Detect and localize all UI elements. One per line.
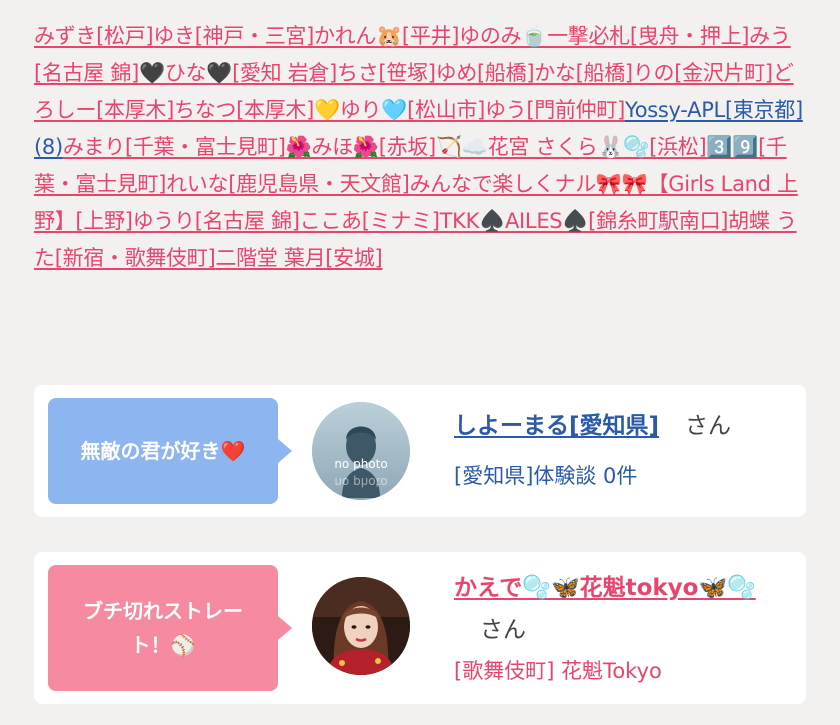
- reviewer-tag-link[interactable]: 🌺みほ🌺[赤坂]: [286, 135, 437, 159]
- reviewer-tag-link[interactable]: ゆめ[船橋]: [436, 61, 535, 85]
- review-card: 無敵の君が好き❤️ no photo no photo しよーまる[愛知県] さん…: [34, 385, 806, 517]
- reviewer-tag-links: みずき[松戸]ゆき[神戸・三宮]かれん🐹[平井]ゆのみ🍵一撃必札[曳舟・押上] み…: [34, 18, 806, 277]
- reviewer-name-line: しよーまる[愛知県] さん: [454, 411, 731, 441]
- reviewer-tag-link[interactable]: ここあ[ミナミ]: [300, 209, 440, 233]
- svg-text:no photo: no photo: [334, 475, 387, 489]
- reviewer-tag-link[interactable]: かな[船橋]: [534, 61, 633, 85]
- reviewer-tag-link[interactable]: りの[金沢片町]: [633, 61, 773, 85]
- reviewer-tag-link[interactable]: ゆう[門前仲町]: [485, 98, 625, 122]
- reviewer-name-link[interactable]: しよーまる[愛知県]: [454, 413, 659, 439]
- reviewer-tag-link[interactable]: みまり[千葉・富士見町]: [63, 135, 286, 159]
- catchphrase-bubble: 無敵の君が好き❤️: [48, 398, 292, 504]
- honorific: さん: [480, 617, 526, 643]
- reviewer-tag-link[interactable]: みずき[松戸]: [34, 24, 154, 48]
- reviewer-tag-link[interactable]: れいな[鹿児島県・天文館]: [166, 172, 410, 196]
- reviewer-tag-link[interactable]: 🖤ひな🖤[愛知 岩倉]: [139, 61, 337, 85]
- reviewer-tag-link[interactable]: 🏹☁️花宮 さくら🐰🫧[浜松]: [436, 135, 707, 159]
- reviewer-tag-link[interactable]: ゆうり[名古屋 錦]: [133, 209, 300, 233]
- reviewer-tag-link[interactable]: 二階堂 葉月[安城]: [215, 246, 382, 270]
- reviewer-tag-link[interactable]: TKK♠️AILES♠️[錦糸町駅南口]: [440, 209, 729, 233]
- no-photo-avatar-icon: no photo no photo: [312, 402, 410, 500]
- reviewer-tag-link[interactable]: ちなつ[本厚木]: [174, 98, 314, 122]
- profile-photo-icon: [312, 577, 410, 675]
- reviewer-name-line: かえで🫧🦋花魁tokyo🦋🫧 さん: [454, 567, 794, 651]
- catchphrase-text: 無敵の君が好き❤️: [80, 439, 246, 463]
- reviewer-tag-link[interactable]: ちさ[笹塚]: [337, 61, 436, 85]
- reviewer-tag-link[interactable]: かれん🐹[平井]: [314, 24, 459, 48]
- reviewer-tag-link[interactable]: ゆのみ🍵一撃必札[曳舟・押上]: [459, 24, 749, 48]
- reviewer-tag-link[interactable]: ゆき[神戸・三宮]: [153, 24, 314, 48]
- shop-info: [歌舞伎町] 花魁Tokyo: [454, 659, 662, 683]
- avatar[interactable]: [312, 577, 410, 675]
- avatar[interactable]: no photo no photo: [312, 402, 410, 500]
- reviewer-tag-link[interactable]: 💛ゆり🩵[松山市]: [314, 98, 485, 122]
- reviewer-name-link[interactable]: かえで🫧🦋花魁tokyo🦋🫧: [454, 575, 756, 601]
- catchphrase-text: ブチ切れストレート！⚾: [83, 599, 243, 657]
- review-count: [愛知県]体験談 0件: [454, 464, 638, 488]
- review-card: ブチ切れストレート！⚾ かえで🫧🦋花魁tokyo🦋🫧 さん [歌舞伎町] 花魁To…: [34, 552, 806, 704]
- catchphrase-bubble: ブチ切れストレート！⚾: [48, 565, 292, 691]
- honorific: さん: [685, 413, 732, 439]
- svg-text:no photo: no photo: [334, 457, 387, 471]
